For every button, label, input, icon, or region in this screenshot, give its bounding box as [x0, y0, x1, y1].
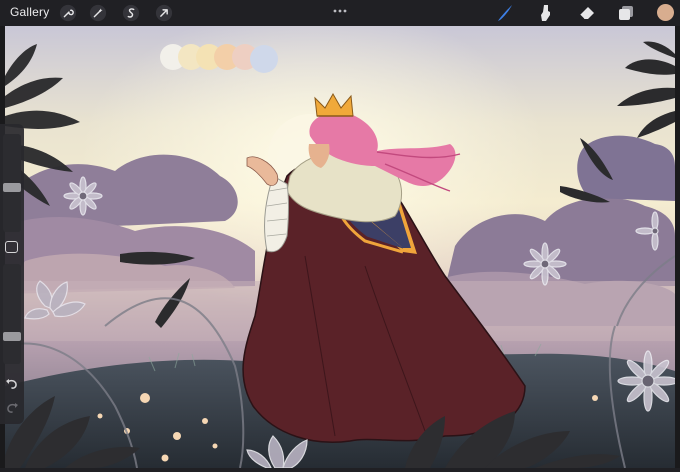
wrench-icon[interactable] — [58, 3, 78, 23]
redo-arrow-icon[interactable] — [4, 400, 20, 416]
magic-wand-icon[interactable] — [88, 3, 108, 23]
selection-s-icon[interactable] — [121, 3, 141, 23]
palette-color-5[interactable] — [250, 45, 278, 73]
layers-icon[interactable] — [615, 2, 637, 24]
opacity-thumb[interactable] — [3, 332, 21, 342]
modify-square-button[interactable] — [5, 241, 18, 253]
undo-arrow-icon[interactable] — [4, 376, 20, 392]
gallery-button[interactable]: Gallery — [10, 5, 49, 19]
artwork-illustration — [5, 26, 675, 468]
brush-size-thumb[interactable] — [3, 182, 21, 192]
top-toolbar: Gallery — [0, 0, 680, 26]
smudge-icon[interactable] — [534, 2, 556, 24]
brush-icon[interactable] — [494, 2, 516, 24]
more-dots-icon[interactable] — [332, 2, 348, 13]
drawing-canvas[interactable] — [5, 26, 675, 468]
transform-arrow-icon[interactable] — [154, 3, 174, 23]
bottom-edge — [0, 468, 680, 472]
opacity-slider[interactable] — [3, 264, 21, 364]
side-panel — [0, 124, 24, 424]
eraser-icon[interactable] — [576, 2, 598, 24]
color-picker-swatch[interactable] — [657, 4, 674, 21]
brush-size-slider[interactable] — [3, 134, 21, 232]
